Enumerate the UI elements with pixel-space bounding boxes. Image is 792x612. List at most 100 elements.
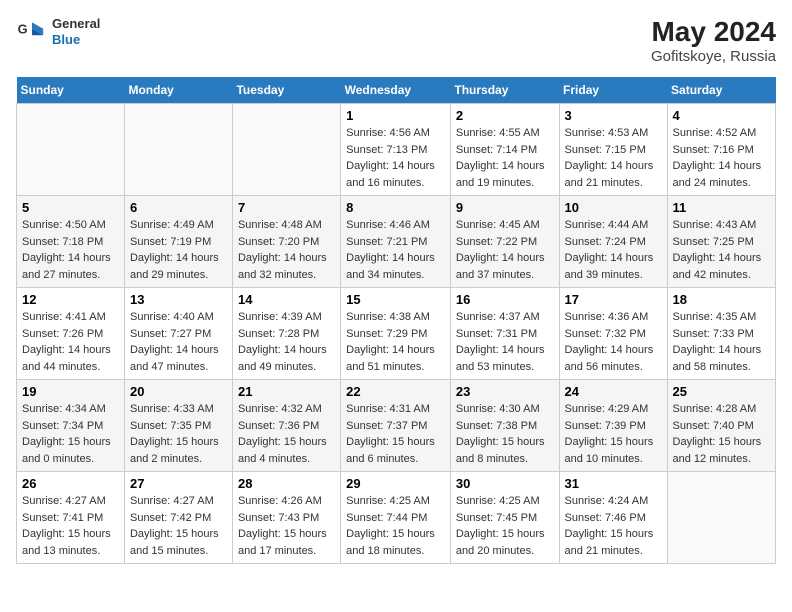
calendar-header-row: SundayMondayTuesdayWednesdayThursdayFrid… — [17, 77, 776, 104]
day-number: 1 — [346, 108, 445, 123]
day-info: Sunrise: 4:36 AM Sunset: 7:32 PM Dayligh… — [565, 309, 662, 375]
day-number: 25 — [673, 384, 770, 399]
day-number: 27 — [130, 476, 227, 491]
daylight-text: Daylight: 14 hours and 16 minutes. — [346, 160, 435, 189]
sunrise-text: Sunrise: 4:56 AM — [346, 127, 430, 139]
sunset-text: Sunset: 7:14 PM — [456, 144, 537, 156]
sunrise-text: Sunrise: 4:38 AM — [346, 311, 430, 323]
sunset-text: Sunset: 7:40 PM — [673, 420, 754, 432]
day-info: Sunrise: 4:30 AM Sunset: 7:38 PM Dayligh… — [456, 401, 554, 467]
day-number: 21 — [238, 384, 335, 399]
logo-text: General Blue — [52, 16, 100, 47]
calendar-cell: 4 Sunrise: 4:52 AM Sunset: 7:16 PM Dayli… — [667, 104, 775, 196]
day-info: Sunrise: 4:25 AM Sunset: 7:45 PM Dayligh… — [456, 493, 554, 559]
sunrise-text: Sunrise: 4:53 AM — [565, 127, 649, 139]
sunrise-text: Sunrise: 4:40 AM — [130, 311, 214, 323]
day-info: Sunrise: 4:41 AM Sunset: 7:26 PM Dayligh… — [22, 309, 119, 375]
logo: G General Blue — [16, 16, 100, 48]
daylight-text: Daylight: 15 hours and 17 minutes. — [238, 528, 327, 557]
day-number: 13 — [130, 292, 227, 307]
day-number: 7 — [238, 200, 335, 215]
day-info: Sunrise: 4:37 AM Sunset: 7:31 PM Dayligh… — [456, 309, 554, 375]
day-number: 11 — [673, 200, 770, 215]
calendar-week-row: 1 Sunrise: 4:56 AM Sunset: 7:13 PM Dayli… — [17, 104, 776, 196]
daylight-text: Daylight: 15 hours and 10 minutes. — [565, 436, 654, 465]
sunset-text: Sunset: 7:44 PM — [346, 512, 427, 524]
sunset-text: Sunset: 7:28 PM — [238, 328, 319, 340]
day-number: 3 — [565, 108, 662, 123]
daylight-text: Daylight: 14 hours and 21 minutes. — [565, 160, 654, 189]
daylight-text: Daylight: 15 hours and 12 minutes. — [673, 436, 762, 465]
day-info: Sunrise: 4:31 AM Sunset: 7:37 PM Dayligh… — [346, 401, 445, 467]
sunset-text: Sunset: 7:37 PM — [346, 420, 427, 432]
day-info: Sunrise: 4:33 AM Sunset: 7:35 PM Dayligh… — [130, 401, 227, 467]
day-info: Sunrise: 4:46 AM Sunset: 7:21 PM Dayligh… — [346, 217, 445, 283]
day-info: Sunrise: 4:50 AM Sunset: 7:18 PM Dayligh… — [22, 217, 119, 283]
sunrise-text: Sunrise: 4:46 AM — [346, 219, 430, 231]
logo-icon: G — [16, 16, 48, 48]
calendar-cell: 17 Sunrise: 4:36 AM Sunset: 7:32 PM Dayl… — [559, 288, 667, 380]
day-info: Sunrise: 4:29 AM Sunset: 7:39 PM Dayligh… — [565, 401, 662, 467]
day-info: Sunrise: 4:53 AM Sunset: 7:15 PM Dayligh… — [565, 125, 662, 191]
sunset-text: Sunset: 7:42 PM — [130, 512, 211, 524]
logo-general: General — [52, 16, 100, 32]
day-number: 5 — [22, 200, 119, 215]
calendar-cell: 30 Sunrise: 4:25 AM Sunset: 7:45 PM Dayl… — [450, 472, 559, 564]
sunset-text: Sunset: 7:26 PM — [22, 328, 103, 340]
day-number: 9 — [456, 200, 554, 215]
day-number: 12 — [22, 292, 119, 307]
day-number: 23 — [456, 384, 554, 399]
day-info: Sunrise: 4:48 AM Sunset: 7:20 PM Dayligh… — [238, 217, 335, 283]
sunrise-text: Sunrise: 4:27 AM — [22, 495, 106, 507]
sunset-text: Sunset: 7:19 PM — [130, 236, 211, 248]
calendar-cell — [124, 104, 232, 196]
calendar-cell: 6 Sunrise: 4:49 AM Sunset: 7:19 PM Dayli… — [124, 196, 232, 288]
day-number: 8 — [346, 200, 445, 215]
day-number: 29 — [346, 476, 445, 491]
day-number: 16 — [456, 292, 554, 307]
daylight-text: Daylight: 15 hours and 8 minutes. — [456, 436, 545, 465]
day-info: Sunrise: 4:39 AM Sunset: 7:28 PM Dayligh… — [238, 309, 335, 375]
sunset-text: Sunset: 7:27 PM — [130, 328, 211, 340]
day-info: Sunrise: 4:44 AM Sunset: 7:24 PM Dayligh… — [565, 217, 662, 283]
column-header-sunday: Sunday — [17, 77, 125, 104]
calendar-cell: 26 Sunrise: 4:27 AM Sunset: 7:41 PM Dayl… — [17, 472, 125, 564]
column-header-friday: Friday — [559, 77, 667, 104]
sunrise-text: Sunrise: 4:29 AM — [565, 403, 649, 415]
sunrise-text: Sunrise: 4:30 AM — [456, 403, 540, 415]
sunset-text: Sunset: 7:21 PM — [346, 236, 427, 248]
calendar-cell: 7 Sunrise: 4:48 AM Sunset: 7:20 PM Dayli… — [232, 196, 340, 288]
day-info: Sunrise: 4:26 AM Sunset: 7:43 PM Dayligh… — [238, 493, 335, 559]
day-info: Sunrise: 4:34 AM Sunset: 7:34 PM Dayligh… — [22, 401, 119, 467]
daylight-text: Daylight: 14 hours and 34 minutes. — [346, 252, 435, 281]
day-info: Sunrise: 4:43 AM Sunset: 7:25 PM Dayligh… — [673, 217, 770, 283]
sunset-text: Sunset: 7:24 PM — [565, 236, 646, 248]
calendar-cell: 24 Sunrise: 4:29 AM Sunset: 7:39 PM Dayl… — [559, 380, 667, 472]
daylight-text: Daylight: 14 hours and 19 minutes. — [456, 160, 545, 189]
sunrise-text: Sunrise: 4:49 AM — [130, 219, 214, 231]
sunrise-text: Sunrise: 4:37 AM — [456, 311, 540, 323]
daylight-text: Daylight: 15 hours and 18 minutes. — [346, 528, 435, 557]
sunrise-text: Sunrise: 4:34 AM — [22, 403, 106, 415]
column-header-thursday: Thursday — [450, 77, 559, 104]
calendar-cell: 31 Sunrise: 4:24 AM Sunset: 7:46 PM Dayl… — [559, 472, 667, 564]
sunset-text: Sunset: 7:43 PM — [238, 512, 319, 524]
sunset-text: Sunset: 7:25 PM — [673, 236, 754, 248]
day-number: 2 — [456, 108, 554, 123]
calendar-cell: 15 Sunrise: 4:38 AM Sunset: 7:29 PM Dayl… — [341, 288, 451, 380]
day-number: 4 — [673, 108, 770, 123]
calendar-cell: 21 Sunrise: 4:32 AM Sunset: 7:36 PM Dayl… — [232, 380, 340, 472]
sunset-text: Sunset: 7:36 PM — [238, 420, 319, 432]
sunrise-text: Sunrise: 4:43 AM — [673, 219, 757, 231]
day-info: Sunrise: 4:27 AM Sunset: 7:41 PM Dayligh… — [22, 493, 119, 559]
sunset-text: Sunset: 7:45 PM — [456, 512, 537, 524]
sunset-text: Sunset: 7:15 PM — [565, 144, 646, 156]
sunrise-text: Sunrise: 4:52 AM — [673, 127, 757, 139]
calendar-cell: 14 Sunrise: 4:39 AM Sunset: 7:28 PM Dayl… — [232, 288, 340, 380]
calendar-cell — [667, 472, 775, 564]
sunset-text: Sunset: 7:46 PM — [565, 512, 646, 524]
calendar-cell — [17, 104, 125, 196]
sunset-text: Sunset: 7:22 PM — [456, 236, 537, 248]
calendar-cell: 27 Sunrise: 4:27 AM Sunset: 7:42 PM Dayl… — [124, 472, 232, 564]
calendar-week-row: 26 Sunrise: 4:27 AM Sunset: 7:41 PM Dayl… — [17, 472, 776, 564]
